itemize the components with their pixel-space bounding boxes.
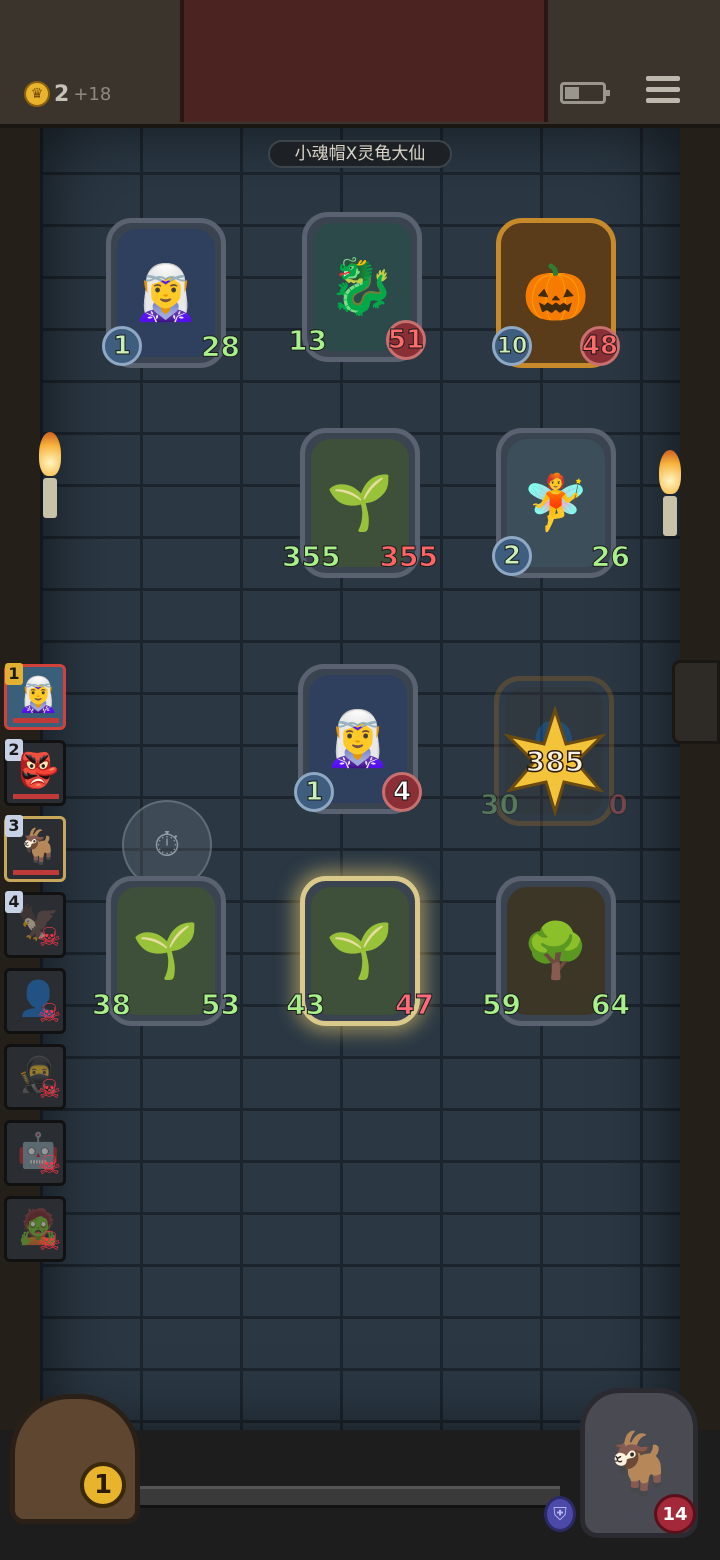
- skull-icon: ☠: [37, 923, 61, 953]
- flame-icon: [659, 450, 681, 494]
- health-bar: [13, 870, 59, 875]
- health-badge: 51: [386, 320, 426, 360]
- enemy-card-gargoyle[interactable]: 🐉 13 51: [288, 212, 426, 372]
- torch-right: [650, 450, 690, 550]
- skull-icon: ☠: [37, 1151, 61, 1181]
- health-badge: 53: [201, 987, 241, 1021]
- health-badge: 355: [379, 539, 438, 573]
- battery-icon: [560, 82, 610, 104]
- attack-badge: 13: [288, 323, 328, 357]
- damage-value: 385: [525, 744, 585, 779]
- attack-badge: 59: [482, 987, 522, 1021]
- shield-icon: ⛨: [544, 1496, 576, 1532]
- enemy-card-leaf-sprout[interactable]: 🌱 355 355: [281, 428, 439, 588]
- opponent-slot-2[interactable]: 2 👺: [4, 739, 66, 806]
- attack-badge: 10: [492, 326, 532, 366]
- health-badge: 48: [580, 326, 620, 366]
- side-door: [672, 660, 720, 744]
- enemy-card-elf-sorceress[interactable]: 🧝‍♀️ 1 28: [102, 218, 240, 378]
- skull-icon: ☠: [37, 1075, 61, 1105]
- attack-badge: 1: [102, 326, 142, 366]
- opponent-avatar: 🐐: [17, 827, 60, 867]
- attack-badge: 1: [294, 772, 334, 812]
- opponent-slot-5[interactable]: 👤 ☠: [4, 968, 66, 1034]
- rail-divider: [140, 1486, 560, 1508]
- coin-icon: ♛: [24, 81, 50, 107]
- chest-count: 1: [80, 1462, 126, 1508]
- opponent-avatar: 🧝‍♀️: [17, 675, 60, 715]
- health-badge: 64: [591, 987, 631, 1021]
- damage-burst: 385: [500, 706, 610, 816]
- attack-badge: 2: [492, 536, 532, 576]
- opponent-slot-3[interactable]: 3 🐐: [4, 815, 66, 882]
- flame-icon: [39, 432, 61, 476]
- skull-icon: ☠: [37, 1227, 61, 1257]
- torch-left: [30, 432, 70, 532]
- health-badge: 26: [591, 539, 631, 573]
- enemy-card-fairy[interactable]: 🧚 2 26: [492, 428, 630, 588]
- health-badge: 28: [201, 329, 241, 363]
- player-card-leaf-sprout-1[interactable]: 🌱 38 53: [92, 876, 240, 1036]
- gold-amount: 2: [54, 81, 70, 107]
- attack-badge: 43: [286, 987, 326, 1021]
- enemy-card-pumpkin[interactable]: 🎃 10 48: [492, 218, 620, 378]
- opponent-slot-1[interactable]: 1 🧝‍♀️: [4, 663, 66, 730]
- attack-badge: 355: [281, 539, 341, 573]
- player-card-leaf-sprout-2[interactable]: 🌱 43 47: [286, 876, 434, 1036]
- opponent-slot-7[interactable]: 🤖 ☠: [4, 1120, 66, 1186]
- health-bar: [13, 718, 59, 723]
- health-badge: 0: [608, 787, 629, 821]
- opponent-slot-6[interactable]: 🥷 ☠: [4, 1044, 66, 1110]
- health-bar: [13, 794, 59, 799]
- gold-display: ♛ 2 +18: [24, 80, 111, 108]
- skull-icon: ☠: [37, 999, 61, 1029]
- health-badge: 47: [395, 987, 435, 1021]
- treasure-chest[interactable]: [10, 1394, 140, 1524]
- gold-income: +18: [73, 83, 112, 105]
- health-badge: 4: [382, 772, 422, 812]
- opponent-list: 1 🧝‍♀️ 2 👺 3 🐐 4 🦅 ☠ 👤 ☠ 🥷 ☠ 🤖 ☠ 🧟 ☠: [0, 663, 74, 1272]
- opponent-slot-8[interactable]: 🧟 ☠: [4, 1196, 66, 1262]
- player-card-treant[interactable]: 🌳 59 64: [482, 876, 630, 1036]
- matchup-title: 小魂帽X灵龟大仙: [268, 140, 452, 168]
- menu-icon[interactable]: [646, 76, 680, 106]
- hero-health: 14: [654, 1494, 696, 1534]
- opponent-slot-4[interactable]: 4 🦅 ☠: [4, 891, 66, 958]
- attack-badge: 38: [92, 987, 132, 1021]
- player-card-elf-sorceress[interactable]: 🧝‍♀️ 1 4: [294, 664, 422, 824]
- curtain: [180, 0, 548, 122]
- opponent-avatar: 👺: [17, 751, 60, 791]
